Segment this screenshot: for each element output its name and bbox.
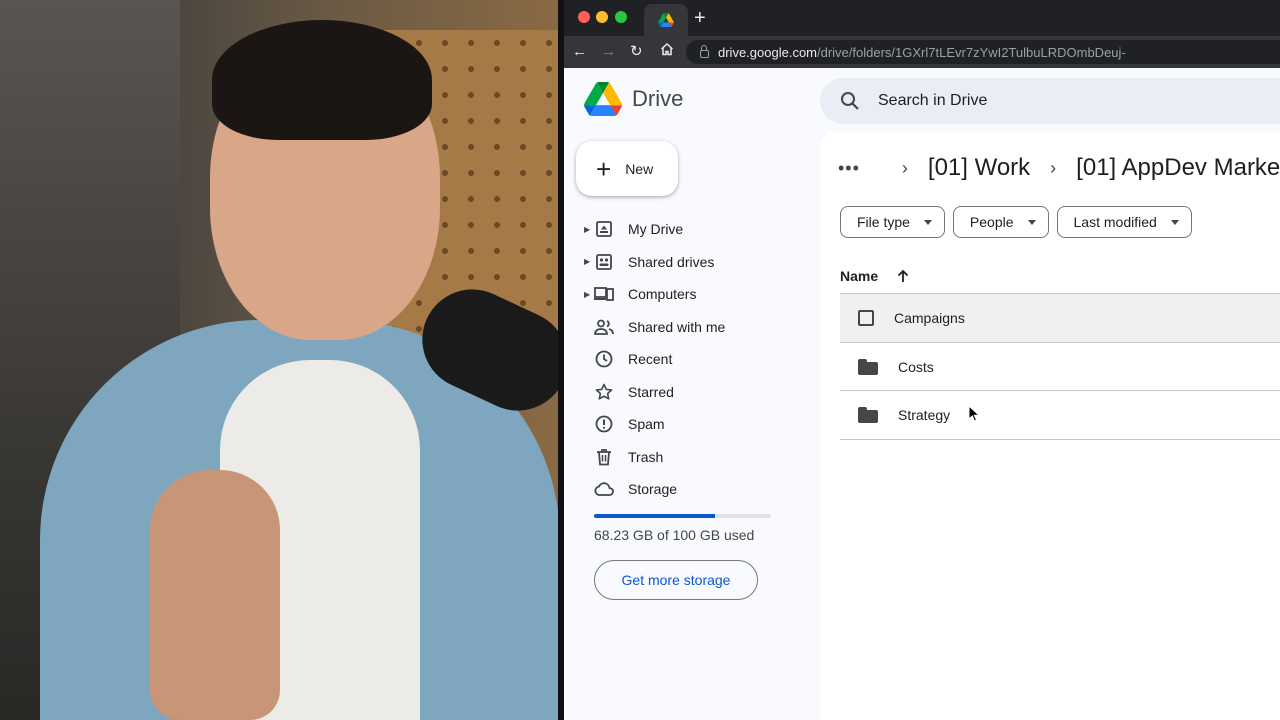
sidebar-item-label: My Drive [628,221,684,238]
app-name: Drive [632,86,684,111]
url-host: drive.google.com [718,44,817,60]
lock-icon [700,45,709,58]
storage-usage-text: 68.23 GB of 100 GB used [594,527,755,543]
presenter-hand [150,470,280,720]
clock-icon [594,349,614,369]
dropdown-caret-icon [1170,219,1179,225]
sidebar-nav: ▶ My Drive ▶ Shared drives ▶ Computers S… [564,213,804,506]
breadcrumb-item[interactable]: [01] Work [928,154,1030,182]
sidebar-item-my-drive[interactable]: ▶ My Drive [564,213,804,246]
search-icon [841,92,859,110]
sidebar-item-spam[interactable]: Spam [564,408,804,441]
filter-people[interactable]: People [952,206,1049,238]
sidebar-item-label: Starred [628,383,674,400]
spam-icon [594,414,614,434]
expand-arrow-icon[interactable]: ▶ [584,290,590,299]
drive-favicon-icon [658,13,674,27]
tab-bar: + [564,0,1280,36]
folder-icon [858,407,878,424]
drive-logo-icon [584,82,622,116]
mouse-cursor-icon [968,405,980,422]
breadcrumb: ••• › [01] Work › [01] AppDev Market [838,154,1280,182]
chevron-right-icon: › [901,157,908,178]
tab-google-drive[interactable] [644,4,688,36]
search-bar[interactable]: Search in Drive [820,78,1280,124]
new-button[interactable]: + New [576,141,678,196]
filter-chips: File type People Last modified [840,206,1192,238]
presenter-hair [212,20,432,140]
expand-arrow-icon[interactable]: ▶ [584,257,590,266]
list-item[interactable]: Costs [840,343,1280,392]
chevron-right-icon: › [1050,157,1057,178]
list-item[interactable]: Campaigns [840,294,1280,343]
folder-icon [858,358,878,375]
file-list: Campaigns Costs Strategy [840,294,1280,441]
drive-logo[interactable]: Drive [584,82,683,116]
filter-last-modified[interactable]: Last modified [1056,206,1192,238]
star-icon [594,382,614,402]
new-tab-button[interactable]: + [694,6,706,30]
filter-label: File type [857,214,910,230]
home-icon[interactable] [660,42,674,62]
sidebar-item-shared-drives[interactable]: ▶ Shared drives [564,246,804,279]
forward-arrow-icon[interactable]: → [601,42,616,62]
computers-icon [594,284,614,304]
sidebar-item-trash[interactable]: Trash [564,441,804,474]
sidebar-item-starred[interactable]: Starred [564,376,804,409]
get-more-storage-button[interactable]: Get more storage [594,560,758,600]
trash-icon [594,447,614,467]
cloud-icon [594,479,614,499]
filter-label: Last modified [1073,214,1157,230]
column-header-name[interactable]: Name [840,268,878,284]
select-checkbox[interactable] [858,309,874,326]
file-name: Strategy [898,407,951,424]
dropdown-caret-icon [1027,219,1036,225]
dropdown-caret-icon [923,219,932,225]
sidebar-item-computers[interactable]: ▶ Computers [564,278,804,311]
back-arrow-icon[interactable]: ← [572,42,587,62]
drive-app: Drive Search in Drive + New ▶ My Drive ▶ [564,68,1280,720]
shared-with-me-icon [594,317,614,337]
url-path: /drive/folders/1GXrl7tLEvr7zYwI2TulbuLRD… [817,44,1126,60]
search-input[interactable]: Search in Drive [878,92,987,110]
plus-icon: + [596,153,612,184]
main-content: ••• › [01] Work › [01] AppDev Market Fil… [820,132,1280,720]
sidebar-item-label: Recent [628,351,673,368]
minimize-window-button[interactable] [596,11,608,23]
sidebar-item-label: Storage [628,481,678,498]
sidebar-item-recent[interactable]: Recent [564,343,804,376]
filter-label: People [969,214,1014,230]
sidebar-item-storage[interactable]: Storage [564,473,804,506]
sidebar-item-label: Trash [628,448,664,465]
breadcrumb-more-button[interactable]: ••• [838,158,860,179]
file-name: Campaigns [894,309,965,326]
close-window-button[interactable] [578,11,590,23]
sidebar-item-label: Shared with me [628,318,726,335]
sidebar-item-label: Shared drives [628,253,715,270]
storage-usage-bar [594,514,771,518]
shared-drives-icon [594,252,614,272]
arrow-up-icon[interactable] [896,269,910,283]
list-item[interactable]: Strategy [840,391,1280,441]
list-header: Name [840,258,1280,294]
reload-icon[interactable]: ↻ [630,42,643,62]
storage-usage-fill [594,514,715,518]
expand-arrow-icon[interactable]: ▶ [584,225,590,234]
file-name: Costs [898,358,934,375]
new-button-label: New [625,160,654,177]
sidebar-item-shared-with-me[interactable]: Shared with me [564,311,804,344]
webcam-video [0,0,558,720]
address-bar[interactable]: drive.google.com/drive/folders/1GXrl7tLE… [686,40,1280,64]
my-drive-icon [594,219,614,239]
browser-window: + ← → ↻ drive.google.com/drive/folders/1… [564,0,1280,720]
browser-toolbar: ← → ↻ drive.google.com/drive/folders/1GX… [564,36,1280,68]
sidebar-item-label: Computers [628,286,697,303]
breadcrumb-current[interactable]: [01] AppDev Market [1076,154,1280,182]
sidebar-item-label: Spam [628,416,665,433]
maximize-window-button[interactable] [615,11,627,23]
filter-file-type[interactable]: File type [840,206,945,238]
